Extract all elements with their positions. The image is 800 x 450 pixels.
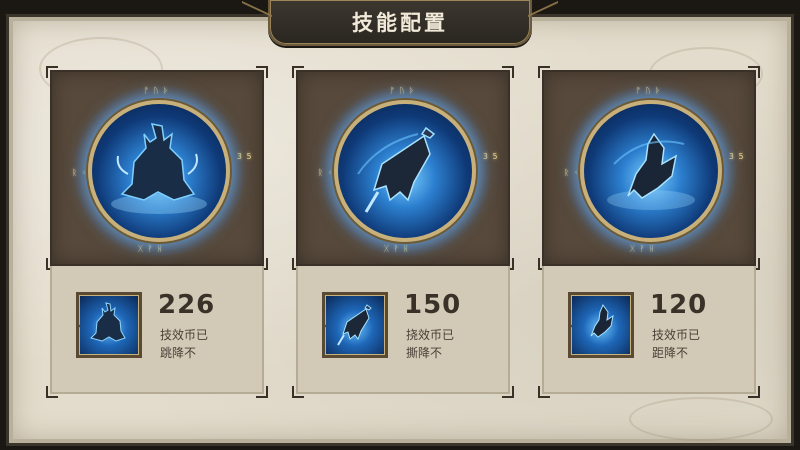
skill-thumbnail[interactable] <box>568 292 634 358</box>
skill-thumbnail[interactable] <box>322 292 388 358</box>
skill-desc-line1: 挠效币已 <box>406 328 455 342</box>
shadow-figure-icon <box>90 302 126 342</box>
skill-card-2[interactable]: ᚠ ᚢ ᚦ 3 5 ᚱ ᚲ ᚷ ᚹ ᚺ 150 挠效币已 撕降不 <box>292 66 514 398</box>
skill-card-3[interactable]: ᚠ ᚢ ᚦ 3 5 ᚱ ᚲ ᚷ ᚹ ᚺ 120 技效币已 距降不 <box>538 66 760 398</box>
shard-crystal-icon <box>607 132 695 210</box>
skill-card-art-panel: ᚠ ᚢ ᚦ 3 5 ᚱ ᚲ ᚷ ᚹ ᚺ <box>538 66 760 270</box>
skill-desc-line2: 跳降不 <box>160 346 197 360</box>
skill-count: 150 <box>404 290 462 320</box>
skill-orb[interactable] <box>334 100 476 242</box>
skill-card-art-panel: ᚠ ᚢ ᚦ 3 5 ᚱ ᚲ ᚷ ᚹ ᚺ <box>46 66 268 270</box>
title-banner: 技能配置 <box>268 0 532 46</box>
shard-crystal-icon <box>590 303 614 338</box>
skill-count: 120 <box>650 290 708 320</box>
skill-desc-line1: 技效币已 <box>652 328 701 342</box>
skill-desc-line2: 撕降不 <box>406 346 443 360</box>
skill-count: 226 <box>158 290 216 320</box>
banner-flag-icon <box>357 126 436 213</box>
shadow-figure-icon <box>111 123 207 214</box>
skill-desc-line1: 技效币已 <box>160 328 209 342</box>
skill-card-1[interactable]: ᚠ ᚢ ᚦ 3 5 ᚱ ᚲ ᚷ ᚹ ᚺ 226 技效币已 跳降不 <box>46 66 268 398</box>
skill-desc-line2: 距降不 <box>652 346 689 360</box>
skill-orb[interactable] <box>88 100 230 242</box>
skill-orb[interactable] <box>580 100 722 242</box>
page-title: 技能配置 <box>352 11 448 35</box>
skill-config-screen: 技能配置 ᚠ ᚢ ᚦ 3 5 ᚱ ᚲ ᚷ ᚹ ᚺ 226 技效币已 跳降不 ᚠ … <box>0 0 800 450</box>
banner-flag-icon <box>337 304 372 346</box>
skill-thumbnail[interactable] <box>76 292 142 358</box>
skill-card-art-panel: ᚠ ᚢ ᚦ 3 5 ᚱ ᚲ ᚷ ᚹ ᚺ <box>292 66 514 270</box>
